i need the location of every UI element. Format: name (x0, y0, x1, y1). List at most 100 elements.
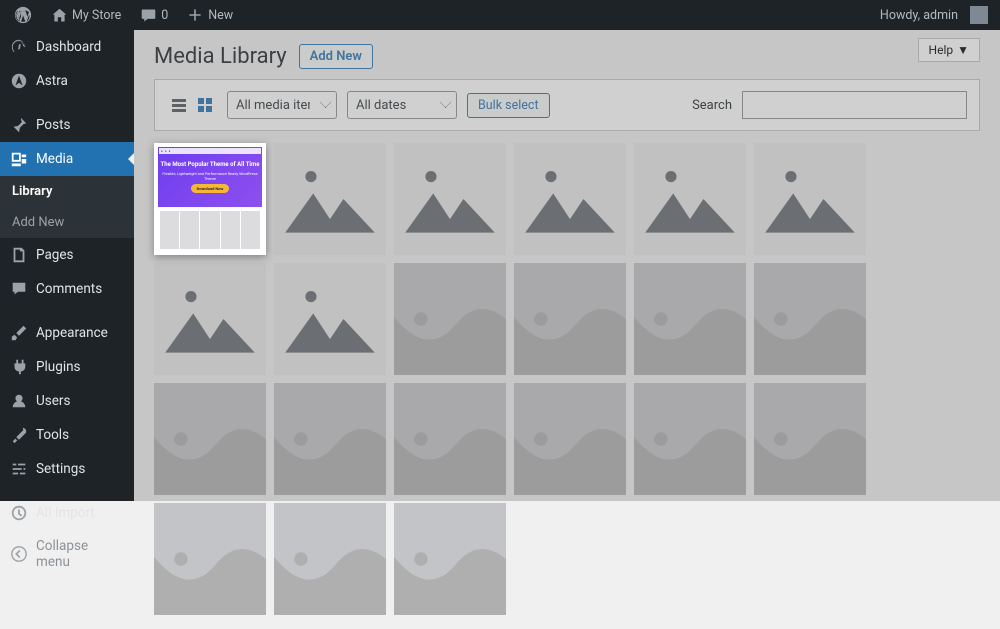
media-item[interactable] (274, 143, 386, 255)
featured-thumbnail: ●●● The Most Popular Theme of All Time F… (158, 147, 262, 251)
sidebar-item-posts[interactable]: Posts (0, 108, 134, 142)
media-item[interactable] (754, 383, 866, 495)
search-input[interactable] (742, 91, 967, 119)
media-item[interactable] (634, 143, 746, 255)
sidebar-item-allimport[interactable]: All Import (0, 496, 134, 530)
sidebar-item-settings[interactable]: Settings (0, 452, 134, 486)
media-item[interactable] (394, 383, 506, 495)
media-item[interactable] (274, 503, 386, 615)
media-item[interactable] (514, 263, 626, 375)
image-placeholder-icon (274, 503, 386, 615)
sidebar-item-users[interactable]: Users (0, 384, 134, 418)
media-item[interactable] (274, 383, 386, 495)
dashboard-icon (10, 38, 28, 56)
media-item-featured[interactable]: ●●● The Most Popular Theme of All Time F… (154, 143, 266, 255)
sidebar-item-media[interactable]: Media (0, 142, 134, 176)
site-link[interactable]: My Store (44, 6, 127, 24)
toolbar-new[interactable]: New (180, 6, 239, 24)
collapse-icon (10, 545, 28, 563)
image-placeholder-icon (394, 503, 506, 615)
image-placeholder-icon (154, 503, 266, 615)
image-placeholder-icon (514, 143, 626, 255)
new-label: New (208, 8, 233, 23)
media-item[interactable] (394, 263, 506, 375)
sidebar-item-label: Astra (36, 73, 68, 89)
sidebar-item-label: Media (36, 151, 73, 167)
sidebar-item-label: All Import (36, 505, 95, 521)
wp-logo[interactable] (8, 6, 38, 24)
image-placeholder-icon (274, 263, 386, 375)
media-item[interactable] (754, 263, 866, 375)
page-title: Media Library (154, 44, 287, 69)
page-icon (10, 246, 28, 264)
image-placeholder-icon (274, 383, 386, 495)
sidebar-item-label: Appearance (36, 325, 108, 341)
image-placeholder-icon (394, 383, 506, 495)
image-placeholder-icon (394, 143, 506, 255)
collapse-label: Collapse menu (36, 538, 124, 570)
comments-count: 0 (161, 8, 168, 23)
sidebar-item-label: Pages (36, 247, 74, 263)
media-item[interactable] (154, 503, 266, 615)
media-item[interactable] (154, 263, 266, 375)
media-item[interactable] (634, 263, 746, 375)
image-placeholder-icon (394, 263, 506, 375)
sidebar-item-appearance[interactable]: Appearance (0, 316, 134, 350)
image-placeholder-icon (634, 263, 746, 375)
sidebar-item-pages[interactable]: Pages (0, 238, 134, 272)
user-menu[interactable]: Howdy, admin (874, 8, 964, 23)
sidebar-item-label: Settings (36, 461, 85, 477)
toolbar-left: My Store 0 New (0, 6, 874, 24)
admin-sidebar: Dashboard Astra Posts Media Library Add … (0, 30, 134, 501)
media-item[interactable] (514, 143, 626, 255)
home-icon (50, 6, 68, 24)
media-icon (10, 150, 28, 168)
sidebar-item-label: Dashboard (36, 39, 101, 55)
help-button[interactable]: Help ▼ (918, 38, 980, 62)
sidebar-item-tools[interactable]: Tools (0, 418, 134, 452)
sidebar-item-label: Plugins (36, 359, 81, 375)
title-row: Media Library Add New (154, 44, 980, 69)
search-label: Search (692, 98, 732, 113)
sidebar-item-label: Users (36, 393, 70, 409)
sidebar-item-astra[interactable]: Astra (0, 64, 134, 98)
media-item[interactable] (274, 263, 386, 375)
sidebar-item-comments[interactable]: Comments (0, 272, 134, 306)
toolbar-right: Howdy, admin (874, 6, 1000, 24)
media-item[interactable] (394, 503, 506, 615)
media-item[interactable] (514, 383, 626, 495)
bulk-select-button[interactable]: Bulk select (467, 93, 550, 118)
collapse-menu[interactable]: Collapse menu (0, 530, 134, 578)
sidebar-item-dashboard[interactable]: Dashboard (0, 30, 134, 64)
comment-icon (10, 280, 28, 298)
media-grid: ●●● The Most Popular Theme of All Time F… (154, 143, 980, 615)
sidebar-item-label: Posts (36, 117, 70, 133)
user-icon (10, 392, 28, 410)
media-type-select[interactable]: All media items (227, 91, 337, 119)
toolbar-comments[interactable]: 0 (133, 6, 174, 24)
plug-icon (10, 358, 28, 376)
media-item[interactable] (154, 383, 266, 495)
grid-view-button[interactable] (193, 93, 217, 117)
image-placeholder-icon (754, 383, 866, 495)
image-placeholder-icon (634, 143, 746, 255)
dates-select[interactable]: All dates (347, 91, 457, 119)
sidebar-item-label: Tools (36, 427, 69, 443)
admin-toolbar: My Store 0 New Howdy, admin (0, 0, 1000, 30)
media-item[interactable] (394, 143, 506, 255)
astra-icon (10, 72, 28, 90)
pin-icon (10, 116, 28, 134)
image-placeholder-icon (754, 263, 866, 375)
media-item[interactable] (634, 383, 746, 495)
add-new-button[interactable]: Add New (299, 44, 373, 69)
sidebar-subitem-addnew[interactable]: Add New (0, 207, 134, 238)
media-toolbar: All media items All dates Bulk select Se… (154, 79, 980, 131)
import-icon (10, 504, 28, 522)
sidebar-item-plugins[interactable]: Plugins (0, 350, 134, 384)
media-item[interactable] (754, 143, 866, 255)
list-view-button[interactable] (167, 93, 191, 117)
sidebar-subitem-library[interactable]: Library (0, 176, 134, 207)
content-area: Help ▼ Media Library Add New All media (134, 30, 1000, 501)
avatar[interactable] (970, 6, 988, 24)
image-placeholder-icon (634, 383, 746, 495)
